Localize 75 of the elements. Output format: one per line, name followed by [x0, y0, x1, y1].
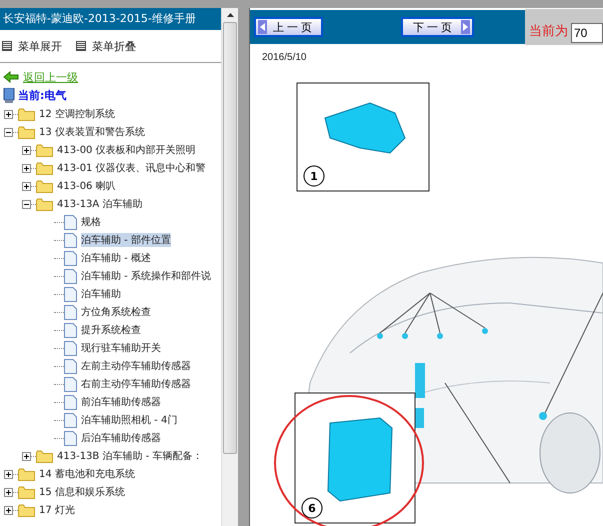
menu-action-link[interactable]: 菜单折叠: [92, 38, 136, 54]
document-icon: [64, 430, 77, 446]
tree-item[interactable]: 12 空调控制系统: [39, 107, 115, 121]
expand-icon[interactable]: [22, 182, 31, 190]
tree-item[interactable]: 泊车辅助: [81, 287, 121, 301]
tree-item[interactable]: 泊车辅助照相机 - 4门: [81, 413, 178, 427]
folder-icon: [18, 468, 35, 480]
document-icon: [64, 268, 77, 284]
folder-icon: [36, 162, 53, 174]
tree-item[interactable]: 方位角系统检查: [81, 305, 151, 319]
tree-item[interactable]: 413-01 仪器仪表、讯息中心和警: [57, 161, 206, 175]
tree-item[interactable]: 前泊车辅助传感器: [81, 395, 161, 409]
expand-icon[interactable]: [4, 470, 13, 478]
tree-item[interactable]: 17 灯光: [39, 503, 75, 517]
tree-item[interactable]: 右前主动停车辅助传感器: [81, 377, 191, 391]
collapse-icon[interactable]: [22, 200, 31, 208]
page-number-field[interactable]: 70: [571, 23, 603, 43]
folder-icon: [18, 486, 35, 498]
tree-item[interactable]: 现行驻车辅助开关: [81, 341, 161, 355]
list-icon[interactable]: [76, 41, 86, 51]
tree-item[interactable]: 413-13B 泊车辅助 - 车辆配备：: [57, 449, 202, 463]
collapse-icon[interactable]: [4, 128, 13, 136]
left-arrow-icon: [258, 20, 267, 34]
expand-icon[interactable]: [4, 110, 13, 118]
list-icon[interactable]: [2, 41, 12, 51]
scroll-up-arrow-icon[interactable]: [226, 13, 234, 17]
expand-icon[interactable]: [22, 452, 31, 460]
document-icon: [64, 376, 77, 392]
menu-action-link[interactable]: 菜单展开: [18, 38, 62, 54]
tree-item[interactable]: 规格: [81, 215, 101, 229]
document-icon: [64, 358, 77, 374]
document-icon: [64, 340, 77, 356]
document-icon: [64, 250, 77, 266]
tree-item[interactable]: 14 蓄电池和充电系统: [39, 467, 135, 481]
document-icon: [64, 286, 77, 302]
page-label: 当前为: [529, 23, 568, 40]
document-icon: [64, 322, 77, 338]
tree-item[interactable]: 413-06 喇叭: [57, 179, 116, 193]
folder-icon: [36, 180, 53, 192]
tree-item[interactable]: 提升系统检查: [81, 323, 141, 337]
tree-item[interactable]: 413-00 仪表板和内部开关照明: [57, 143, 196, 157]
tree-item[interactable]: 15 信息和娱乐系统: [39, 485, 125, 499]
expand-icon[interactable]: [4, 506, 13, 514]
car-parts-diagram-drawing: 1 6: [250, 63, 603, 526]
document-date: 2016/5/10: [261, 51, 308, 63]
current-section: 当前:电气: [18, 88, 66, 103]
folder-icon: [36, 450, 53, 462]
expand-icon[interactable]: [4, 488, 13, 496]
previous-page-button[interactable]: 上一页: [254, 17, 323, 37]
document-icon: [64, 214, 77, 230]
scrollbar[interactable]: [221, 8, 238, 526]
document-icon: [64, 232, 77, 248]
tree-item[interactable]: 后泊车辅助传感器: [81, 431, 161, 445]
tree-item[interactable]: 泊车辅助 - 概述: [81, 251, 151, 265]
folder-icon: [36, 198, 53, 210]
document-icon: [64, 304, 77, 320]
next-page-button[interactable]: 下一页: [401, 17, 474, 37]
tree-item[interactable]: 413-13A 泊车辅助: [57, 197, 142, 211]
document-icon: [64, 412, 77, 428]
tree-item[interactable]: 泊车辅助 - 系统操作和部件说: [81, 269, 211, 283]
folder-icon: [18, 108, 35, 120]
tree-item[interactable]: 13 仪表装置和警告系统: [39, 125, 145, 139]
computer-icon: [3, 88, 15, 104]
folder-icon: [36, 144, 53, 156]
back-link[interactable]: 返回上一级: [23, 70, 78, 84]
folder-icon: [18, 126, 35, 138]
right-arrow-icon: [461, 20, 470, 34]
document-icon: [64, 394, 77, 410]
manual-title: 长安福特-蒙迪欧-2013-2015-维修手册: [0, 8, 222, 30]
folder-icon: [18, 504, 35, 516]
tree-item[interactable]: 泊车辅助 - 部件位置: [81, 233, 171, 247]
expand-icon[interactable]: [22, 164, 31, 172]
tree-item[interactable]: 左前主动停车辅助传感器: [81, 359, 191, 373]
left-arrow-icon[interactable]: [3, 71, 19, 83]
expand-icon[interactable]: [22, 146, 31, 154]
